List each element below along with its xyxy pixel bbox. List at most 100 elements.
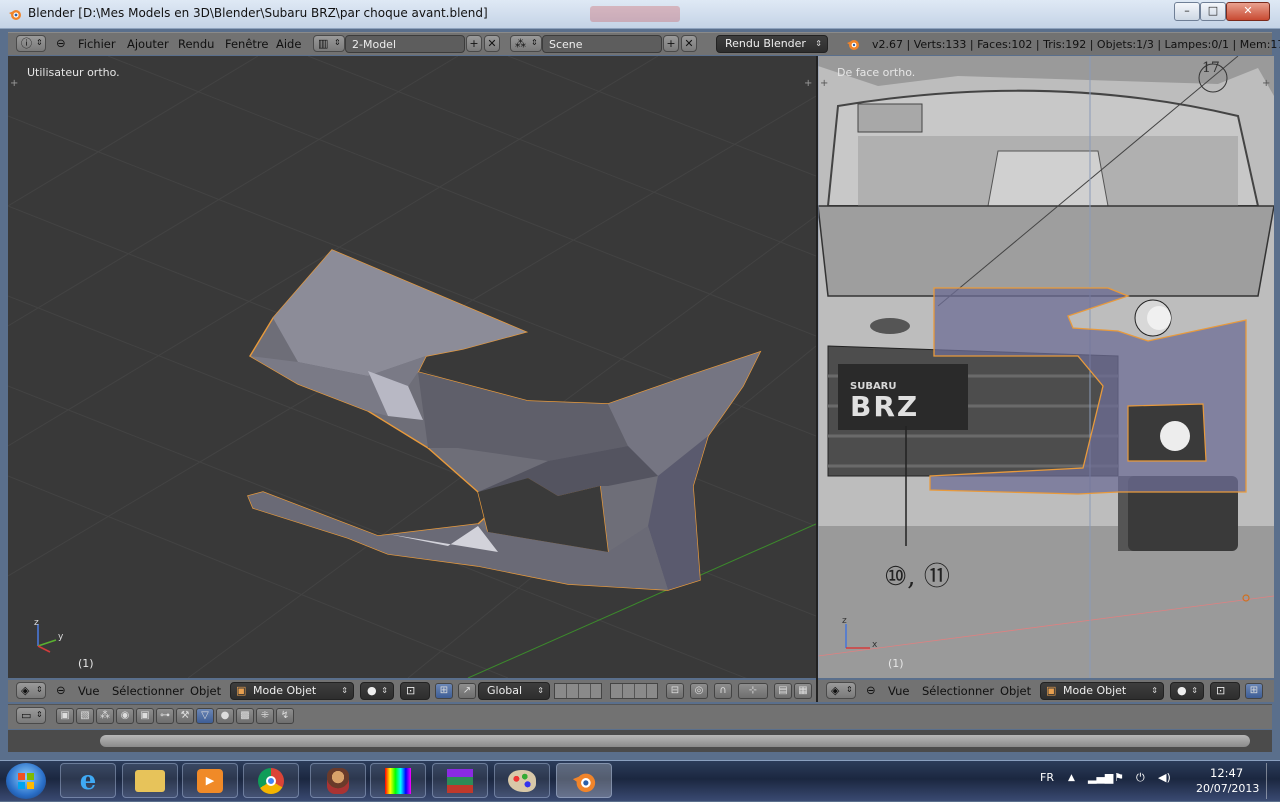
delete-scene-icon[interactable]: ✕ [681, 35, 697, 52]
taskbar-paint[interactable] [494, 763, 550, 798]
menu-selectionner[interactable]: Sélectionner [112, 684, 184, 698]
manipulator-toggle-icon[interactable]: ⊞ [435, 683, 453, 699]
add-layout-icon[interactable]: + [466, 35, 482, 52]
constraints-icon[interactable]: ⊶ [156, 708, 174, 724]
shading-dropdown[interactable]: ● ⇕ [1170, 682, 1204, 700]
action-center-flag-icon[interactable]: ⚑ [1114, 771, 1124, 784]
particles-icon[interactable]: ⁜ [256, 708, 274, 724]
collapse-menus-icon[interactable]: ⊖ [56, 683, 66, 697]
render-engine-dropdown[interactable]: Rendu Blender ⇕ [716, 35, 828, 53]
mesh-data-icon[interactable]: ▽ [196, 708, 214, 724]
show-desktop-button[interactable] [1266, 763, 1279, 799]
mode-dropdown[interactable]: ▣ Mode Objet ⇕ [1040, 682, 1164, 700]
modifiers-wrench-icon[interactable]: ⚒ [176, 708, 194, 724]
menu-ajouter[interactable]: Ajouter [127, 37, 169, 51]
maximize-button[interactable]: □ [1200, 2, 1226, 21]
mode-dropdown[interactable]: ▣ Mode Objet ⇕ [230, 682, 354, 700]
render-passes-icon[interactable]: ▧ [76, 708, 94, 724]
clock-time[interactable]: 12:47 [1210, 766, 1243, 780]
menu-fichier[interactable]: Fichier [78, 37, 116, 51]
corner-handle-icon[interactable]: + [820, 78, 828, 89]
layer-buttons-b[interactable] [610, 683, 658, 699]
menu-selectionner[interactable]: Sélectionner [922, 684, 994, 698]
editor-type-button[interactable]: ◈ ⇕ [826, 682, 856, 699]
menu-aide[interactable]: Aide [276, 37, 301, 51]
physics-icon[interactable]: ↯ [276, 708, 294, 724]
scene-props-icon[interactable]: ⁂ [96, 708, 114, 724]
area-divider[interactable] [816, 56, 818, 702]
editor-type-button[interactable]: ⓘ ⇕ [16, 35, 46, 52]
clock-date[interactable]: 20/07/2013 [1196, 782, 1259, 795]
close-button[interactable]: ✕ [1226, 2, 1270, 21]
menu-vue[interactable]: Vue [78, 684, 99, 698]
network-signal-icon[interactable]: ▂▄▆ [1088, 771, 1113, 784]
render-camera-icon[interactable]: ▤ [774, 683, 792, 699]
scene-stats: v2.67 | Verts:133 | Faces:102 | Tris:192… [872, 38, 1280, 51]
updown-arrows-icon: ⇕ [381, 686, 388, 695]
taskbar-file-explorer[interactable] [122, 763, 178, 798]
taskbar-image-viewer[interactable] [370, 763, 426, 798]
layer-buttons-a[interactable] [554, 683, 602, 699]
corner-handle-icon[interactable]: + [804, 78, 812, 89]
updown-arrows-icon: ⇕ [1151, 686, 1158, 695]
shading-dropdown[interactable]: ● ⇕ [360, 682, 394, 700]
minimize-button[interactable]: – [1174, 2, 1200, 21]
frame-indicator: (1) [888, 657, 904, 670]
scene-selector[interactable]: ⁂ ⇕ [510, 35, 542, 52]
editor-type-button[interactable]: ◈ ⇕ [16, 682, 46, 699]
corner-handle-icon[interactable]: + [10, 78, 18, 89]
material-icon[interactable]: ● [216, 708, 234, 724]
render-anim-icon[interactable]: ▦ [794, 683, 812, 699]
timeline-scrollbar[interactable] [100, 735, 1250, 747]
texture-checker-icon[interactable]: ▩ [236, 708, 254, 724]
menu-rendu[interactable]: Rendu [178, 37, 214, 51]
cube-editor-icon: ◈ [21, 684, 30, 697]
collapse-menus-icon[interactable]: ⊖ [866, 683, 876, 697]
pivot-dropdown[interactable]: ⊡ [400, 682, 430, 700]
taskbar-blender[interactable] [556, 763, 612, 798]
start-button[interactable] [6, 763, 46, 799]
language-indicator[interactable]: FR [1040, 771, 1054, 784]
menu-fenetre[interactable]: Fenêtre [225, 37, 268, 51]
taskbar-internet-explorer[interactable]: e [60, 763, 116, 798]
menu-vue[interactable]: Vue [888, 684, 909, 698]
delete-layout-icon[interactable]: ✕ [484, 35, 500, 52]
add-scene-icon[interactable]: + [663, 35, 679, 52]
menu-objet[interactable]: Objet [190, 684, 221, 698]
object-props-icon[interactable]: ▣ [136, 708, 154, 724]
snap-magnet-icon[interactable]: ∩ [714, 683, 732, 699]
pivot-dropdown[interactable]: ⊡ [1210, 682, 1240, 700]
timeline-header: ▭ ⇕ ▣ ▧ ⁂ ◉ ▣ ⊶ ⚒ ▽ ● ▩ ⁜ ↯ [8, 704, 1272, 729]
viewport-right[interactable]: SUBARU BRZ ⑩, ⑪ 17 De face ortho. + + z … [818, 56, 1274, 678]
snap-element-icon[interactable]: ⊹ [738, 683, 768, 699]
updown-arrows-icon: ⇕ [36, 710, 43, 719]
taskbar-media-player[interactable]: ▶ [182, 763, 238, 798]
volume-icon[interactable]: ◀) [1158, 771, 1171, 784]
timeline-editor-icon: ▭ [21, 709, 32, 722]
scene-field[interactable]: Scene [542, 35, 662, 53]
screen-layout-field[interactable]: 2-Model [345, 35, 465, 53]
bumper-mesh[interactable] [247, 249, 762, 591]
translate-manipulator-icon[interactable]: ↗ [458, 683, 476, 699]
taskbar-game-app[interactable] [310, 763, 366, 798]
menu-objet[interactable]: Objet [1000, 684, 1031, 698]
screen-layout-selector[interactable]: ▥ ⇕ [313, 35, 345, 52]
chrome-icon [258, 767, 284, 794]
taskbar-chrome[interactable] [243, 763, 299, 798]
orientation-dropdown[interactable]: Global ⇕ [478, 682, 550, 700]
show-hidden-icons-icon[interactable]: ▲ [1068, 773, 1075, 783]
lock-layers-icon[interactable]: ⊟ [666, 683, 684, 699]
collapse-menus-icon[interactable]: ⊖ [56, 36, 66, 50]
editor-type-button[interactable]: ▭ ⇕ [16, 707, 46, 724]
viewport-left[interactable]: Utilisateur ortho. + + z y (1) [8, 56, 816, 678]
render-layer-icon[interactable]: ▣ [56, 708, 74, 724]
power-plug-icon[interactable]: ⏻ [1136, 771, 1145, 785]
world-icon[interactable]: ◉ [116, 708, 134, 724]
frame-indicator: (1) [78, 657, 94, 670]
view3d-header-left: ◈ ⇕ ⊖ Vue Sélectionner Objet ▣ Mode Obje… [8, 680, 816, 702]
proportional-edit-icon[interactable]: ◎ [690, 683, 708, 699]
taskbar-winrar[interactable] [432, 763, 488, 798]
manipulator-toggle-icon[interactable]: ⊞ [1245, 683, 1263, 699]
corner-handle-icon[interactable]: + [1262, 78, 1270, 89]
viewport-left-scene [8, 56, 816, 678]
